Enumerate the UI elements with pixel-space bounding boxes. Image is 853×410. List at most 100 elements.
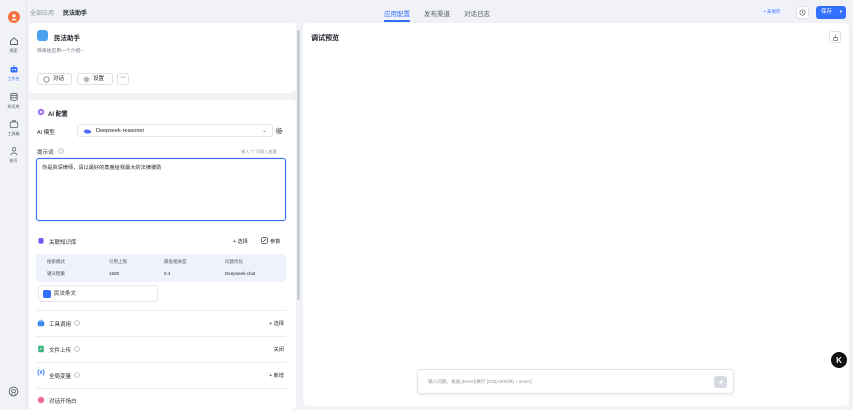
knowledge-params-table: 搜索模式 引用上限 最低相关度 问题优化 语义检索 1500 0.4 Deeps… — [36, 254, 286, 282]
user-icon — [9, 147, 18, 156]
breadcrumb-all-apps[interactable]: 全部应用 — [30, 8, 54, 17]
tool-icon — [37, 319, 45, 327]
knowledge-select-button[interactable]: + 选择 — [233, 238, 248, 245]
divider — [36, 336, 286, 337]
rail-item-label: 知识库 — [7, 104, 20, 109]
table-cell: 语义检索 — [47, 271, 65, 276]
chevron-down-icon: ▾ — [839, 9, 842, 15]
prompt-label: 提示词 — [37, 150, 54, 156]
more-button[interactable]: ··· — [117, 73, 129, 85]
variable-icon: {x} — [37, 370, 46, 376]
divider — [36, 362, 286, 363]
model-select-value: Deepseek-reasoner — [96, 128, 145, 134]
app-info-card: 民法助手 快来给应用一个介绍~ 对话 设置 ··· — [29, 23, 296, 93]
help-icon[interactable] — [74, 320, 80, 326]
tab-publish-channel[interactable]: 发布渠道 — [424, 8, 450, 18]
prompt-hint: 输入 "/" 可插入变量 — [241, 149, 277, 154]
rail-item-label: 工具箱 — [7, 131, 20, 136]
app-logo — [37, 30, 48, 41]
broom-icon — [832, 34, 838, 41]
rail-item-toolbox[interactable]: 工具箱 — [0, 119, 27, 137]
rail-item-account[interactable]: 账号 — [0, 146, 27, 164]
chat-input-box[interactable]: 输入问题，发送 [Enter]/换行 [Ctrl(Alt/Shift) + En… — [417, 369, 734, 394]
svg-text:?: ? — [60, 149, 62, 153]
tools-label: 工具调用 — [49, 322, 72, 328]
model-settings-icon[interactable] — [275, 127, 283, 135]
top-bar: 全部应用 民法助手 应用配置 发布渠道 对话日志 • 未保存 保存 ▾ — [27, 0, 853, 25]
left-rail: 探索 工作台 知识库 工具箱 账号 — [0, 0, 27, 410]
assistant-fab-icon[interactable]: K — [831, 352, 847, 368]
chat-button-label: 对话 — [53, 76, 65, 82]
robot-icon — [10, 65, 17, 73]
knowledge-params-button[interactable]: 参数 — [270, 238, 280, 245]
save-button[interactable]: 保存 ▾ — [816, 6, 846, 19]
send-icon — [717, 379, 724, 385]
help-icon[interactable]: ? — [58, 148, 64, 154]
save-button-label: 保存 — [821, 9, 833, 15]
clock-icon — [799, 9, 806, 16]
ai-config-icon — [37, 108, 45, 116]
table-header: 搜索模式 — [47, 259, 65, 264]
preview-title: 调试预览 — [311, 35, 339, 42]
params-icon — [261, 237, 268, 244]
config-card: AI 配置 AI 模型 Deepseek-reasoner ⌄ 提示词 ? 输入… — [29, 100, 296, 410]
send-button[interactable] — [714, 376, 727, 388]
github-icon[interactable] — [8, 386, 19, 397]
deepseek-icon — [83, 128, 92, 134]
file-upload-label: 文件上传 — [49, 348, 72, 354]
variables-add-button[interactable]: + 新增 — [269, 372, 284, 379]
tools-select-button[interactable]: + 选择 — [269, 320, 284, 327]
table-header: 引用上限 — [109, 259, 127, 264]
opener-label: 对话开场白 — [49, 399, 77, 405]
clear-chat-button[interactable] — [829, 31, 841, 43]
chat-button[interactable]: 对话 — [37, 73, 72, 85]
home-icon — [9, 37, 18, 45]
rail-item-label: 工作台 — [7, 76, 20, 81]
settings-button[interactable]: 设置 — [77, 73, 113, 85]
document-icon — [43, 290, 51, 298]
database-icon — [9, 92, 18, 101]
ai-config-title: AI 配置 — [48, 112, 68, 118]
rail-item-label: 账号 — [9, 158, 18, 163]
app-description[interactable]: 快来给应用一个介绍~ — [37, 47, 83, 54]
user-avatar[interactable] — [8, 11, 20, 23]
toolbox-icon — [9, 120, 18, 128]
knowledge-item[interactable]: 民法条文 — [38, 285, 158, 302]
divider — [36, 388, 286, 389]
knowledge-title: 关联知识库 — [49, 240, 77, 246]
chat-icon — [43, 76, 50, 83]
table-header: 问题优化 — [225, 259, 243, 264]
rail-item-explore[interactable]: 探索 — [0, 36, 27, 54]
database-icon — [38, 238, 44, 244]
breadcrumb-current-app: 民法助手 — [63, 11, 88, 17]
unsaved-badge: • 未保存 — [760, 7, 785, 17]
debug-preview-panel: 调试预览 输入问题，发送 [Enter]/换行 [Ctrl(Alt/Shift)… — [303, 23, 849, 406]
scrollbar-thumb[interactable] — [297, 30, 300, 300]
model-label: AI 模型 — [37, 130, 55, 136]
table-cell: Deepseek-chat — [225, 271, 256, 276]
person-icon — [11, 14, 17, 21]
app-name: 民法助手 — [54, 35, 80, 42]
chevron-down-icon: ⌄ — [261, 128, 267, 134]
rail-item-workbench[interactable]: 工作台 — [0, 64, 27, 82]
settings-button-label: 设置 — [93, 76, 105, 82]
help-icon[interactable] — [74, 346, 80, 352]
table-cell: 1500 — [109, 271, 120, 276]
file-upload-toggle[interactable]: 关闭 — [274, 346, 284, 353]
tab-app-config[interactable]: 应用配置 — [384, 8, 410, 18]
tab-chat-logs[interactable]: 对话日志 — [464, 8, 490, 18]
gear-icon — [83, 76, 90, 83]
rail-item-knowledge[interactable]: 知识库 — [0, 92, 27, 110]
active-tab-indicator — [384, 20, 410, 22]
rail-item-label: 探索 — [9, 48, 18, 53]
model-select[interactable]: Deepseek-reasoner ⌄ — [77, 124, 273, 137]
table-header: 最低相关度 — [164, 259, 187, 264]
variables-label: 全局变量 — [49, 374, 72, 380]
chat-input-placeholder: 输入问题，发送 [Enter]/换行 [Ctrl(Alt/Shift) + En… — [428, 379, 532, 384]
history-button[interactable] — [796, 6, 809, 19]
help-icon[interactable] — [74, 372, 80, 378]
prompt-textarea[interactable]: 你是资深律师，请以最好的角度给我最大的法律援助 — [36, 158, 286, 221]
knowledge-item-label: 民法条文 — [54, 291, 77, 297]
opener-icon — [37, 396, 45, 404]
table-cell: 0.4 — [164, 271, 171, 276]
